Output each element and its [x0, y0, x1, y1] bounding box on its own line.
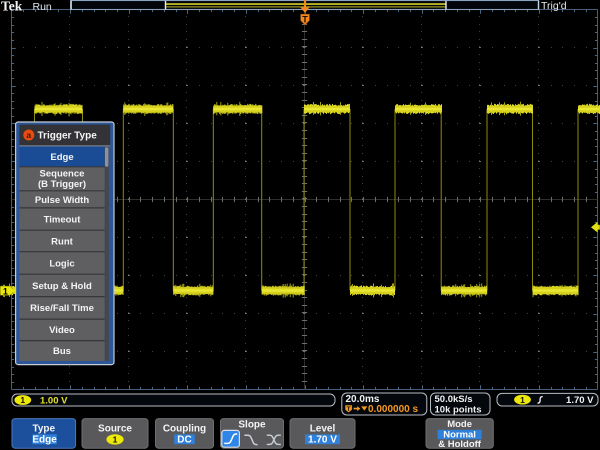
- svg-text:Bus: Bus: [53, 346, 71, 357]
- svg-text:Edge: Edge: [50, 152, 73, 163]
- svg-text:Level: Level: [310, 424, 336, 435]
- svg-text:Video: Video: [49, 325, 75, 336]
- svg-text:Source: Source: [98, 424, 132, 435]
- svg-text:50.0kS/s: 50.0kS/s: [435, 394, 473, 405]
- svg-text:Timeout: Timeout: [44, 215, 82, 226]
- svg-text:1: 1: [520, 395, 525, 405]
- svg-text:Edge: Edge: [32, 434, 57, 445]
- svg-text:10k points: 10k points: [435, 404, 482, 415]
- svg-text:0.000000 s: 0.000000 s: [368, 404, 418, 415]
- svg-text:Mode: Mode: [447, 419, 472, 430]
- svg-text:Slope: Slope: [238, 419, 266, 430]
- svg-text:Rise/Fall Time: Rise/Fall Time: [30, 303, 94, 314]
- svg-text:Trigger Type: Trigger Type: [38, 130, 98, 141]
- svg-text:& Holdoff: & Holdoff: [438, 439, 482, 450]
- svg-text:DC: DC: [177, 434, 191, 445]
- svg-text:Type: Type: [32, 424, 55, 435]
- svg-text:Setup & Hold: Setup & Hold: [32, 281, 92, 292]
- svg-text:1: 1: [20, 395, 25, 405]
- svg-text:1.70 V: 1.70 V: [566, 395, 594, 406]
- svg-text:Tek: Tek: [1, 0, 23, 14]
- svg-text:T: T: [302, 15, 308, 25]
- svg-text:Trig'd: Trig'd: [541, 0, 567, 12]
- svg-text:T: T: [347, 406, 351, 413]
- svg-text:Runt: Runt: [51, 236, 73, 247]
- svg-text:Logic: Logic: [49, 258, 74, 269]
- svg-text:Sequence: Sequence: [40, 169, 85, 180]
- svg-text:1: 1: [3, 286, 8, 296]
- svg-text:1.00 V: 1.00 V: [40, 395, 68, 406]
- svg-text:Pulse Width: Pulse Width: [35, 195, 89, 206]
- svg-text:Coupling: Coupling: [163, 424, 206, 435]
- svg-text:(B Trigger): (B Trigger): [38, 179, 86, 190]
- svg-text:a: a: [26, 130, 31, 140]
- svg-text:1.70 V: 1.70 V: [308, 434, 337, 445]
- svg-text:Run: Run: [33, 1, 52, 13]
- svg-text:1: 1: [113, 435, 118, 445]
